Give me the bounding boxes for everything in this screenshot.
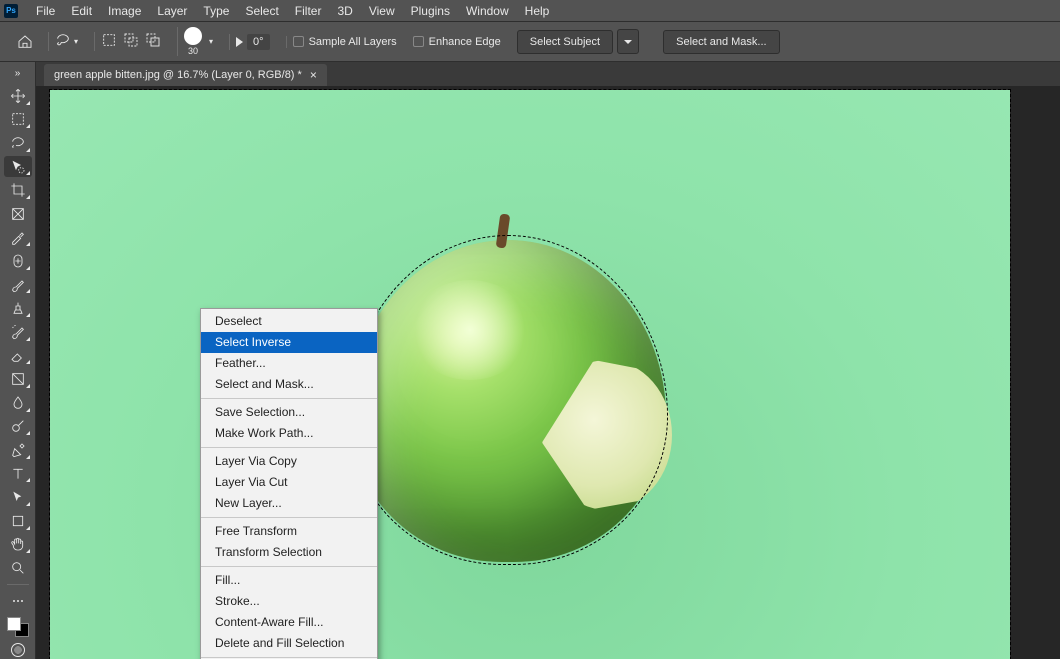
context-menu-item[interactable]: Make Work Path... <box>201 423 377 444</box>
close-icon[interactable]: × <box>310 68 317 82</box>
context-menu-separator <box>201 398 377 399</box>
context-menu-separator <box>201 517 377 518</box>
select-subject-dropdown[interactable] <box>617 29 639 54</box>
tool-edit-toolbar[interactable] <box>4 590 32 612</box>
document-tab[interactable]: green apple bitten.jpg @ 16.7% (Layer 0,… <box>44 64 327 86</box>
chevron-down-icon[interactable]: ▾ <box>209 37 213 46</box>
tool-shape[interactable] <box>4 510 32 532</box>
document-tab-strip: green apple bitten.jpg @ 16.7% (Layer 0,… <box>0 62 1060 86</box>
tool-clone[interactable] <box>4 297 32 319</box>
menu-3d[interactable]: 3D <box>329 0 360 22</box>
select-and-mask-button[interactable]: Select and Mask... <box>663 30 780 54</box>
subtract-selection-icon[interactable] <box>145 32 161 51</box>
context-menu-item[interactable]: Layer Via Cut <box>201 472 377 493</box>
brush-size-label: 30 <box>188 46 198 56</box>
context-menu-item[interactable]: Transform Selection <box>201 542 377 563</box>
chevron-down-icon[interactable]: ▾ <box>74 37 78 46</box>
menu-type[interactable]: Type <box>195 0 237 22</box>
quick-mask-toggle[interactable] <box>4 641 32 659</box>
tool-history-brush[interactable] <box>4 321 32 343</box>
tool-zoom[interactable] <box>4 557 32 579</box>
menu-plugins[interactable]: Plugins <box>403 0 458 22</box>
tool-eyedropper[interactable] <box>4 227 32 249</box>
context-menu-item[interactable]: Feather... <box>201 353 377 374</box>
menu-file[interactable]: File <box>28 0 63 22</box>
tool-healing[interactable] <box>4 250 32 272</box>
quick-mask-icon <box>11 643 25 657</box>
menu-edit[interactable]: Edit <box>63 0 100 22</box>
tool-lasso[interactable] <box>4 132 32 154</box>
context-menu-item[interactable]: New Layer... <box>201 493 377 514</box>
collapse-tools-icon[interactable]: » <box>15 68 21 79</box>
tool-quick-selection[interactable] <box>4 156 32 178</box>
context-menu-item[interactable]: Content-Aware Fill... <box>201 612 377 633</box>
context-menu-item[interactable]: Fill... <box>201 570 377 591</box>
context-menu-item[interactable]: Deselect <box>201 311 377 332</box>
tool-dodge[interactable] <box>4 416 32 438</box>
document-tab-title: green apple bitten.jpg @ 16.7% (Layer 0,… <box>54 69 302 81</box>
canvas-area: DeselectSelect InverseFeather...Select a… <box>36 86 1060 659</box>
current-tool-icon[interactable] <box>55 32 71 51</box>
tool-separator <box>7 584 29 585</box>
sample-all-layers-checkbox[interactable]: Sample All Layers <box>286 36 403 48</box>
angle-icon <box>236 37 243 47</box>
context-menu-item[interactable]: Layer Via Copy <box>201 451 377 472</box>
color-swatches[interactable] <box>7 617 29 637</box>
enhance-edge-label: Enhance Edge <box>429 36 501 48</box>
tool-pen[interactable] <box>4 439 32 461</box>
angle-value[interactable]: 0° <box>247 34 270 50</box>
checkbox-icon <box>413 36 424 47</box>
menu-window[interactable]: Window <box>458 0 517 22</box>
tool-type[interactable] <box>4 463 32 485</box>
brush-dot-icon <box>184 27 202 45</box>
menu-view[interactable]: View <box>361 0 403 22</box>
foreground-color-swatch[interactable] <box>7 617 21 631</box>
new-selection-icon[interactable] <box>101 32 117 51</box>
tool-marquee[interactable] <box>4 109 32 131</box>
brush-angle[interactable]: 0° <box>229 34 276 50</box>
context-menu-item[interactable]: Stroke... <box>201 591 377 612</box>
tool-crop[interactable] <box>4 179 32 201</box>
tool-blur[interactable] <box>4 392 32 414</box>
select-subject-button[interactable]: Select Subject <box>517 30 613 54</box>
checkbox-icon <box>293 36 304 47</box>
menu-help[interactable]: Help <box>517 0 558 22</box>
sample-all-layers-label: Sample All Layers <box>309 36 397 48</box>
tool-eraser[interactable] <box>4 345 32 367</box>
options-bar: ▾ 30 ▾ 0° Sample All Layers Enhance Edge… <box>0 22 1060 62</box>
home-button[interactable] <box>12 29 38 55</box>
document-canvas[interactable]: DeselectSelect InverseFeather...Select a… <box>50 90 1010 659</box>
tool-gradient[interactable] <box>4 368 32 390</box>
context-menu-item[interactable]: Select and Mask... <box>201 374 377 395</box>
context-menu-item[interactable]: Free Transform <box>201 521 377 542</box>
brush-preview[interactable]: 30 <box>184 27 202 56</box>
tool-brush[interactable] <box>4 274 32 296</box>
tool-hand[interactable] <box>4 534 32 556</box>
context-menu-item[interactable]: Select Inverse <box>201 332 377 353</box>
tool-path-select[interactable] <box>4 486 32 508</box>
context-menu-separator <box>201 657 377 658</box>
enhance-edge-checkbox[interactable]: Enhance Edge <box>413 36 501 48</box>
context-menu: DeselectSelect InverseFeather...Select a… <box>200 308 378 659</box>
app-logo: Ps <box>4 4 18 18</box>
menu-bar: Ps File Edit Image Layer Type Select Fil… <box>0 0 1060 22</box>
tool-frame[interactable] <box>4 203 32 225</box>
menu-select[interactable]: Select <box>237 0 286 22</box>
menu-image[interactable]: Image <box>100 0 149 22</box>
tool-move[interactable] <box>4 85 32 107</box>
menu-filter[interactable]: Filter <box>287 0 330 22</box>
add-selection-icon[interactable] <box>123 32 139 51</box>
context-menu-item[interactable]: Delete and Fill Selection <box>201 633 377 654</box>
tools-panel: » <box>0 62 36 659</box>
context-menu-separator <box>201 447 377 448</box>
context-menu-separator <box>201 566 377 567</box>
menu-layer[interactable]: Layer <box>149 0 195 22</box>
context-menu-item[interactable]: Save Selection... <box>201 402 377 423</box>
